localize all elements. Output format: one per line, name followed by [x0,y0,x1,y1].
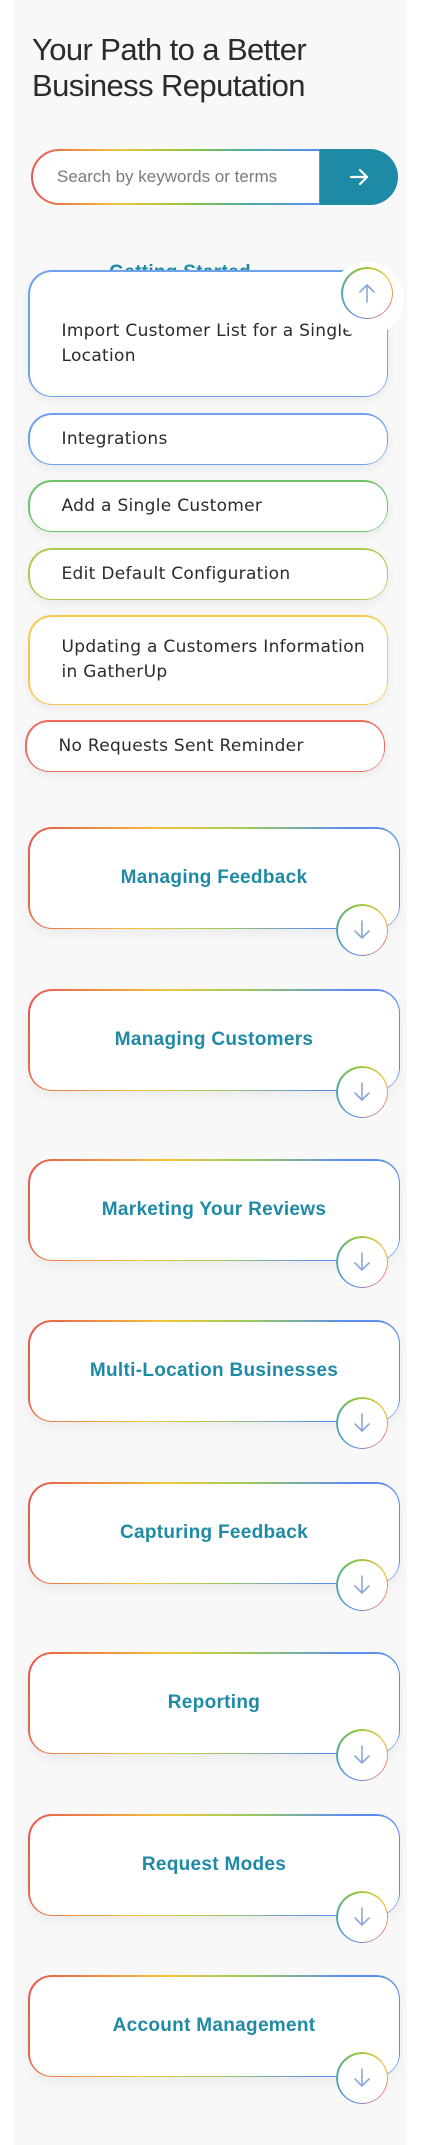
getting-started-item[interactable]: Add a Single Customer [28,480,388,532]
arrow-down-icon [354,2068,370,2087]
expand-managing-feedback-button[interactable] [336,904,388,956]
getting-started-item[interactable]: Updating a Customers Information in Gath… [28,615,388,705]
getting-started-item[interactable]: Integrations [28,413,388,465]
expand-reporting-button[interactable] [336,1729,388,1781]
arrow-down-icon [354,920,370,939]
search-input[interactable] [57,167,297,187]
expand-account-management-button[interactable] [336,2052,388,2104]
search-box [31,149,321,205]
getting-started-item[interactable]: No Requests Sent Reminder [25,720,385,772]
arrow-down-icon [354,1745,370,1764]
expand-marketing-your-reviews-button[interactable] [336,1236,388,1288]
arrow-down-icon [354,1575,370,1594]
search-submit-button[interactable] [320,149,398,205]
getting-started-item[interactable]: Edit Default Configuration [28,548,388,600]
arrow-down-icon [354,1082,370,1101]
collapse-getting-started-button[interactable] [341,267,393,319]
expand-multi-location-businesses-button[interactable] [336,1397,388,1449]
arrow-down-icon [354,1907,370,1926]
expand-capturing-feedback-button[interactable] [336,1559,388,1611]
arrow-up-icon [359,284,375,303]
arrow-right-icon [349,168,369,186]
arrow-down-icon [354,1252,370,1271]
page-title: Your Path to a Better Business Reputatio… [32,32,307,103]
expand-managing-customers-button[interactable] [336,1066,388,1118]
arrow-down-icon [354,1413,370,1432]
expand-request-modes-button[interactable] [336,1891,388,1943]
